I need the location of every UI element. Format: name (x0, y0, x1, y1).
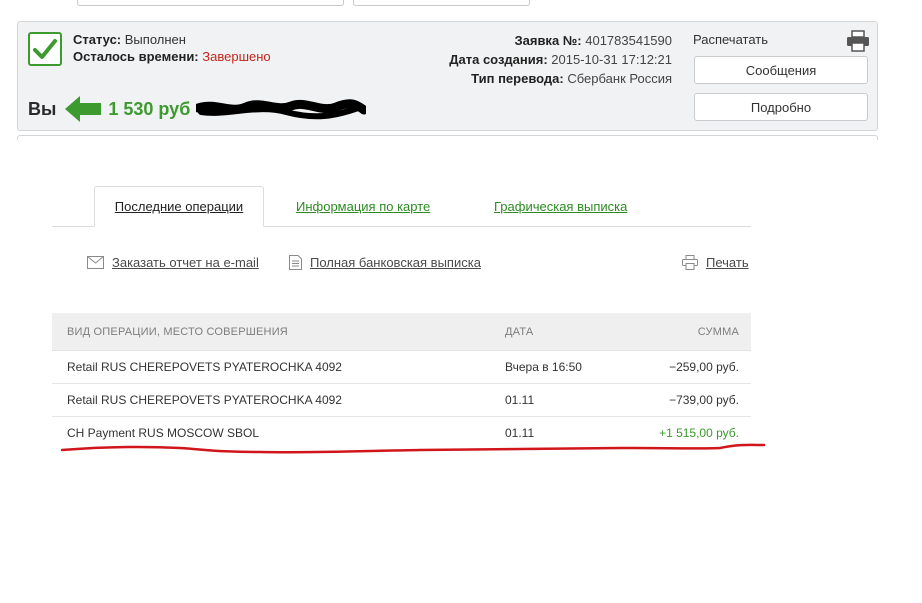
red-underline-annotation (60, 443, 766, 454)
redaction-scribble (196, 99, 367, 120)
status-block: Статус: Выполнен Осталось времени: Завер… (73, 31, 271, 65)
row-sum: −739,00 руб. (669, 393, 739, 407)
tab-recent-operations[interactable]: Последние операции (94, 186, 264, 227)
time-left-value: Завершено (202, 49, 271, 64)
row-operation: Retail RUS CHEREPOVETS PYATEROCHKA 4092 (67, 393, 342, 407)
header-sum: СУММА (697, 325, 739, 338)
row-date: 01.11 (505, 393, 535, 407)
email-report-link[interactable]: Заказать отчет на e-mail (87, 255, 259, 270)
you-label: Вы (28, 98, 57, 119)
print-label: Печать (706, 255, 749, 270)
transfer-type: Сбербанк Россия (567, 71, 672, 86)
top-control-partial-1 (77, 0, 344, 6)
print-statement-link[interactable]: Печать (682, 255, 749, 270)
printer-icon (682, 255, 698, 270)
details-button[interactable]: Подробно (694, 93, 868, 121)
table-row[interactable]: Retail RUS CHEREPOVETS PYATEROCHKA 4092 … (52, 351, 751, 384)
operations-tab-bar: Последние операции Информация по карте Г… (52, 186, 751, 227)
created-label: Дата создания: (449, 52, 548, 67)
order-number: 401783541590 (585, 33, 672, 48)
tab-card-info[interactable]: Информация по карте (296, 186, 430, 226)
full-statement-label: Полная банковская выписка (310, 255, 481, 270)
messages-button[interactable]: Сообщения (694, 56, 868, 84)
time-left-label: Осталось времени: (73, 49, 199, 64)
order-summary-panel: Статус: Выполнен Осталось времени: Завер… (17, 21, 878, 131)
checkmark-icon (33, 39, 57, 59)
transfer-amount-line: Вы 1 530 руб (28, 94, 367, 124)
order-number-label: Заявка №: (514, 33, 582, 48)
status-label: Статус: (73, 32, 122, 47)
header-date: ДАТА (505, 325, 534, 338)
email-report-label: Заказать отчет на e-mail (112, 255, 259, 270)
envelope-icon (87, 256, 104, 269)
tab-graphic-statement[interactable]: Графическая выписка (494, 186, 627, 226)
header-operation: ВИД ОПЕРАЦИИ, МЕСТО СОВЕРШЕНИЯ (67, 325, 288, 338)
table-header: ВИД ОПЕРАЦИИ, МЕСТО СОВЕРШЕНИЯ ДАТА СУММ… (52, 313, 751, 351)
created-date: 2015-10-31 17:12:21 (551, 52, 672, 67)
full-statement-link[interactable]: Полная банковская выписка (289, 255, 481, 270)
status-value: Выполнен (124, 32, 186, 47)
document-icon (289, 255, 302, 270)
transfer-amount: 1 530 руб (108, 98, 191, 119)
print-link[interactable]: Распечатать (693, 32, 768, 47)
printer-icon[interactable] (846, 30, 870, 52)
arrow-left-icon (65, 96, 102, 122)
transfer-type-label: Тип перевода: (471, 71, 564, 86)
operations-table: ВИД ОПЕРАЦИИ, МЕСТО СОВЕРШЕНИЯ ДАТА СУММ… (52, 313, 751, 449)
content-clip (0, 140, 922, 150)
top-control-partial-2 (353, 0, 530, 6)
table-row[interactable]: Retail RUS CHEREPOVETS PYATEROCHKA 4092 … (52, 384, 751, 417)
status-check-box (28, 32, 62, 66)
row-operation: Retail RUS CHEREPOVETS PYATEROCHKA 4092 (67, 360, 342, 374)
order-meta: Заявка №: 401783541590 Дата создания: 20… (449, 31, 672, 88)
row-sum: −259,00 руб. (669, 360, 739, 374)
row-date: Вчера в 16:50 (505, 360, 582, 374)
